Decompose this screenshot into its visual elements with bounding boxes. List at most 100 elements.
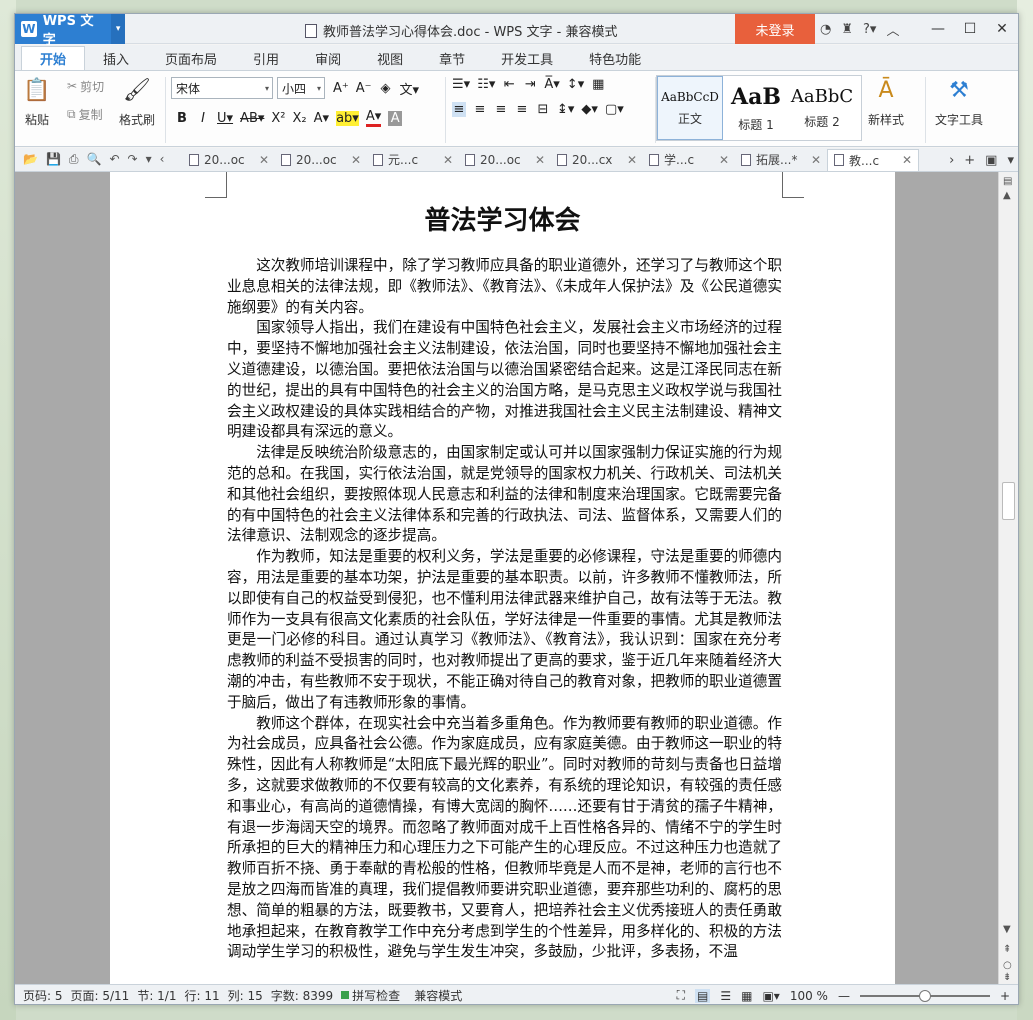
doc-tab[interactable]: 20...cx ✕ (551, 149, 643, 171)
doc-tab[interactable]: 学...c ✕ (643, 149, 735, 171)
zoom-slider[interactable] (859, 989, 990, 1002)
status-word-count[interactable]: 字数: 8399 (271, 987, 333, 1004)
tab-chapter[interactable]: 章节 (421, 46, 483, 70)
save-icon[interactable]: 💾 (46, 152, 61, 167)
close-icon[interactable]: ✕ (986, 14, 1018, 44)
highlight-icon[interactable]: ab▾ (336, 110, 359, 126)
ruler-toggle-icon[interactable]: ▤ (1003, 176, 1012, 187)
tab-home[interactable]: 开始 (21, 46, 86, 70)
style-normal[interactable]: AaBbCcD 正文 (657, 76, 723, 140)
doc-tab[interactable]: 20...oc ✕ (459, 149, 551, 171)
tab-options-icon[interactable]: ▾ (1007, 153, 1014, 168)
chinese-layout-icon[interactable]: A̅▾ (544, 77, 559, 92)
tab-insert[interactable]: 插入 (85, 46, 147, 70)
doc-tab[interactable]: 20...oc ✕ (183, 149, 275, 171)
bullet-list-icon[interactable]: ☰▾ (452, 77, 470, 92)
align-right-icon[interactable]: ≡ (494, 102, 508, 117)
tab-review[interactable]: 审阅 (297, 46, 359, 70)
skin-icon[interactable]: ◔ (820, 22, 831, 37)
sort-icon[interactable]: ↕▾ (567, 77, 584, 92)
next-page-icon[interactable]: ⇟ (1003, 972, 1011, 983)
format-painter-button[interactable]: 🖌 格式刷 (119, 75, 155, 128)
select-browse-icon[interactable]: ○ (1003, 960, 1012, 971)
doc-tab-active[interactable]: 教...c ✕ (827, 148, 919, 171)
minimize-icon[interactable]: — (922, 14, 954, 44)
align-center-icon[interactable]: ≡ (473, 102, 487, 117)
line-spacing-icon[interactable]: ↨▾ (557, 102, 574, 117)
vertical-scrollbar[interactable]: ▤ ▲ ▼ ⇞ ○ ⇟ (998, 172, 1018, 984)
web-view-icon[interactable]: ▦ (741, 989, 752, 1003)
copy-button[interactable]: ⧉ 复制 (67, 103, 104, 125)
full-screen-view-icon[interactable]: ⛶ (677, 988, 685, 1003)
previous-page-icon[interactable]: ⇞ (1003, 944, 1011, 955)
style-heading-1[interactable]: AaB 标题 1 (723, 76, 789, 140)
tab-page-layout[interactable]: 页面布局 (147, 46, 235, 70)
zoom-in-icon[interactable]: + (1000, 989, 1010, 1003)
quick-access-menu-icon[interactable]: ▾ (146, 152, 152, 167)
align-left-icon[interactable]: ≡ (452, 102, 466, 117)
scrollbar-thumb[interactable] (1002, 482, 1015, 520)
tab-developer[interactable]: 开发工具 (483, 46, 571, 70)
collapse-ribbon-icon[interactable]: ︿ (886, 20, 899, 39)
app-menu-button[interactable]: W WPS 文字 ▾ (15, 14, 125, 48)
tabs-scroll-left-icon[interactable]: ‹ (160, 152, 165, 167)
text-tools-button[interactable]: ⚒ 文字工具 (935, 75, 983, 128)
justify-icon[interactable]: ≡ (515, 102, 529, 117)
chevron-down-icon[interactable]: ▾ (111, 14, 125, 44)
redo-icon[interactable]: ↷ (128, 152, 138, 167)
numbered-list-icon[interactable]: ☷▾ (477, 77, 495, 92)
close-tab-icon[interactable]: ✕ (811, 153, 821, 167)
print-icon[interactable]: ⎙ (69, 152, 79, 167)
spell-check-toggle[interactable]: 拼写检查 (341, 987, 400, 1004)
tab-references[interactable]: 引用 (235, 46, 297, 70)
close-tab-icon[interactable]: ✕ (535, 153, 545, 167)
cut-button[interactable]: ✂ 剪切 (67, 75, 104, 97)
italic-icon[interactable]: I (196, 111, 210, 126)
increase-indent-icon[interactable]: ⇥ (523, 77, 537, 92)
tab-list-icon[interactable]: ▣ (985, 153, 997, 168)
undo-icon[interactable]: ↶ (109, 152, 119, 167)
doc-tab[interactable]: 20...oc ✕ (275, 149, 367, 171)
login-button[interactable]: 未登录 (735, 14, 815, 44)
tabs-scroll-right-icon[interactable]: › (949, 153, 954, 168)
doc-tab[interactable]: 元...c ✕ (367, 149, 459, 171)
maximize-icon[interactable]: ☐ (954, 14, 986, 44)
close-tab-icon[interactable]: ✕ (719, 153, 729, 167)
font-size-select[interactable]: 小四 ▾ (277, 77, 325, 99)
close-tab-icon[interactable]: ✕ (627, 153, 637, 167)
close-tab-icon[interactable]: ✕ (351, 153, 361, 167)
shading-icon[interactable]: ◆▾ (581, 102, 598, 117)
subscript-icon[interactable]: X₂ (293, 111, 307, 126)
borders-icon[interactable]: ▢▾ (605, 102, 624, 117)
scroll-up-icon[interactable]: ▲ (1003, 190, 1011, 201)
clear-format-icon[interactable]: ◈ (379, 81, 393, 96)
tab-special[interactable]: 特色功能 (571, 46, 659, 70)
reading-view-icon[interactable]: ▣▾ (762, 989, 779, 1003)
outline-view-icon[interactable]: ☰ (720, 989, 731, 1003)
close-tab-icon[interactable]: ✕ (259, 153, 269, 167)
tab-view[interactable]: 视图 (359, 46, 421, 70)
doc-tab[interactable]: 拓展...* ✕ (735, 149, 827, 171)
style-heading-2[interactable]: AaBbC 标题 2 (789, 76, 855, 140)
close-tab-icon[interactable]: ✕ (443, 153, 453, 167)
superscript-icon[interactable]: X² (271, 111, 285, 126)
phonetic-icon[interactable]: 文▾ (400, 79, 420, 98)
strikethrough-icon[interactable]: AB▾ (240, 111, 264, 126)
shirt-icon[interactable]: ♜ (841, 22, 853, 37)
page-view-icon[interactable]: ▤ (694, 988, 711, 1003)
document-page[interactable]: 普法学习体会 这次教师培训课程中，除了学习教师应具备的职业道德外，还学习了与教师… (110, 172, 895, 984)
zoom-slider-knob[interactable] (918, 989, 931, 1002)
shrink-font-icon[interactable]: A⁻ (356, 81, 372, 96)
new-tab-icon[interactable]: + (964, 153, 975, 168)
print-preview-icon[interactable]: 🔍 (87, 152, 102, 167)
zoom-level[interactable]: 100 % (790, 989, 828, 1003)
char-shading-icon[interactable]: A (388, 110, 403, 126)
bold-icon[interactable]: B (175, 111, 189, 126)
paste-button[interactable]: 📋 粘贴 (23, 75, 51, 128)
zoom-out-icon[interactable]: — (838, 989, 850, 1003)
font-color-icon[interactable]: A▾ (365, 109, 382, 127)
show-marks-icon[interactable]: ▦ (591, 77, 605, 92)
text-effect-icon[interactable]: A▾ (314, 111, 329, 126)
distribute-icon[interactable]: ⊟ (536, 102, 550, 117)
help-icon[interactable]: ?▾ (863, 22, 876, 37)
